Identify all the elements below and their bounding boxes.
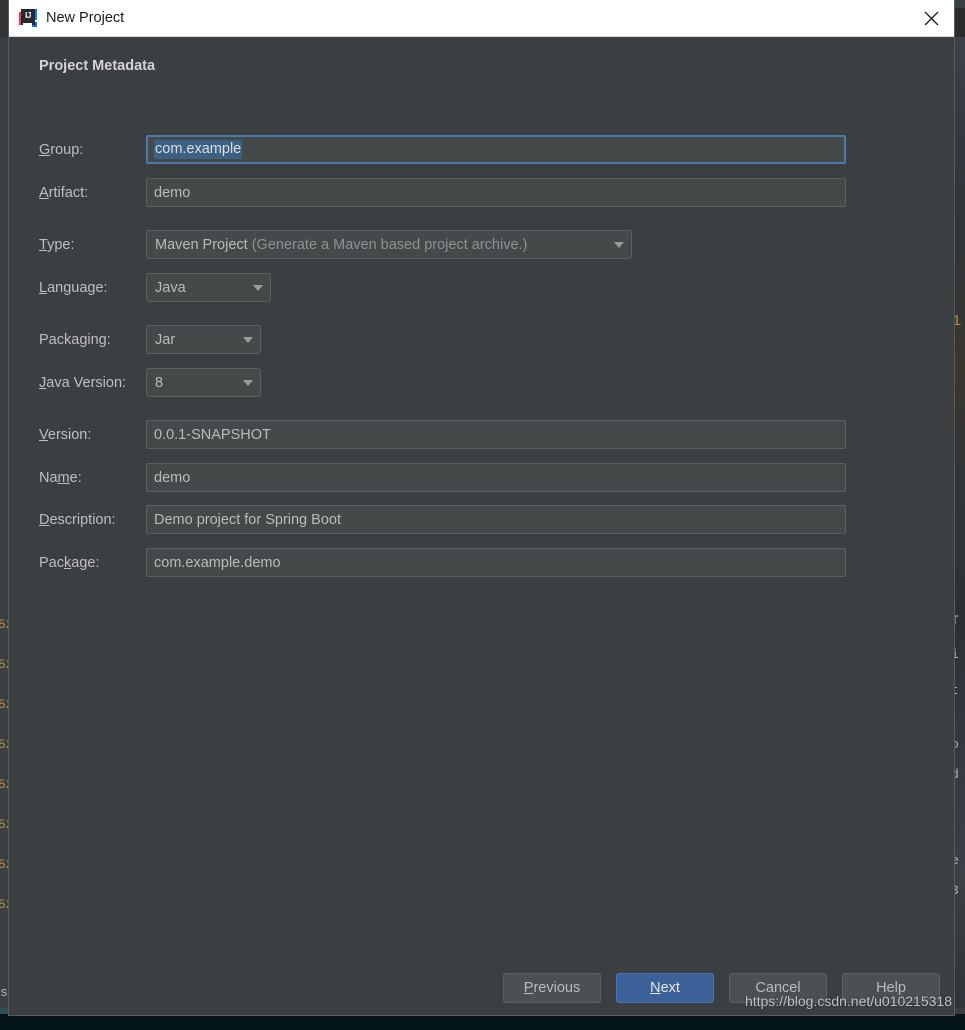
dialog-titlebar: IJ New Project <box>9 0 954 37</box>
label-version: Version: <box>39 426 92 443</box>
java-version-dropdown-value: 8 <box>155 374 164 391</box>
chevron-down-icon <box>614 241 624 248</box>
form-row-description: Description: Demo project for Spring Boo… <box>39 505 846 534</box>
label-name: Name: <box>39 469 82 486</box>
package-input[interactable]: com.example.demo <box>146 548 846 577</box>
java-version-dropdown[interactable]: 8 <box>146 368 261 397</box>
label-java-version: Java Version: <box>39 374 127 391</box>
description-input-value: Demo project for Spring Boot <box>154 511 341 528</box>
form-row-name: Name: demo <box>39 463 846 492</box>
version-input-value: 0.0.1-SNAPSHOT <box>154 426 271 443</box>
form-row-type: Type: Maven Project (Generate a Maven ba… <box>39 230 632 259</box>
name-input[interactable]: demo <box>146 463 846 492</box>
chevron-down-icon <box>243 379 253 386</box>
dialog-body: Project Metadata Group: com.example Arti… <box>9 37 954 1015</box>
label-description: Description: <box>39 511 116 528</box>
label-group: Group: <box>39 141 84 158</box>
label-package: Package: <box>39 554 100 571</box>
artifact-input-value: demo <box>154 184 191 201</box>
dialog-button-bar: Previous Next Cancel Help https://blog.c… <box>9 973 954 1009</box>
artifact-input[interactable]: demo <box>146 178 846 207</box>
version-input[interactable]: 0.0.1-SNAPSHOT <box>146 420 846 449</box>
label-language: Language: <box>39 279 108 296</box>
watermark: https://blog.csdn.net/u010215318 <box>744 993 952 1009</box>
form-row-package: Package: com.example.demo <box>39 548 846 577</box>
language-dropdown-value: Java <box>155 279 186 296</box>
group-input-value: com.example <box>154 140 243 159</box>
description-input[interactable]: Demo project for Spring Boot <box>146 505 846 534</box>
form-row-group: Group: com.example <box>39 135 846 164</box>
form-row-java-version: Java Version: 8 <box>39 368 261 397</box>
intellij-idea-icon: IJ <box>19 9 37 27</box>
package-input-value: com.example.demo <box>154 554 281 571</box>
form-row-packaging: Packaging: Jar <box>39 325 261 354</box>
packaging-dropdown[interactable]: Jar <box>146 325 261 354</box>
next-button[interactable]: Next <box>616 973 714 1003</box>
name-input-value: demo <box>154 469 191 486</box>
chevron-down-icon <box>243 336 253 343</box>
type-dropdown[interactable]: Maven Project (Generate a Maven based pr… <box>146 230 632 259</box>
label-artifact: Artifact: <box>39 184 89 201</box>
chevron-down-icon <box>253 284 263 291</box>
form-row-version: Version: 0.0.1-SNAPSHOT <box>39 420 846 449</box>
form-row-artifact: Artifact: demo <box>39 178 846 207</box>
type-dropdown-hint: (Generate a Maven based project archive.… <box>251 236 528 253</box>
type-dropdown-value: Maven Project <box>155 236 248 253</box>
backdrop-bottom-corner <box>0 1008 8 1014</box>
packaging-dropdown-value: Jar <box>155 331 176 348</box>
language-dropdown[interactable]: Java <box>146 273 271 302</box>
close-icon[interactable] <box>908 0 954 36</box>
backdrop-top-left-strip <box>0 0 8 37</box>
label-packaging: Packaging: <box>39 331 111 348</box>
label-type: Type: <box>39 236 75 253</box>
backdrop-terminal-strip <box>0 1014 965 1030</box>
dialog-title: New Project <box>46 10 125 26</box>
previous-button[interactable]: Previous <box>503 973 601 1003</box>
section-title: Project Metadata <box>39 58 156 74</box>
form-row-language: Language: Java <box>39 273 271 302</box>
group-input[interactable]: com.example <box>146 135 846 164</box>
new-project-dialog: IJ New Project Project Metadata Group: c… <box>8 0 955 1016</box>
